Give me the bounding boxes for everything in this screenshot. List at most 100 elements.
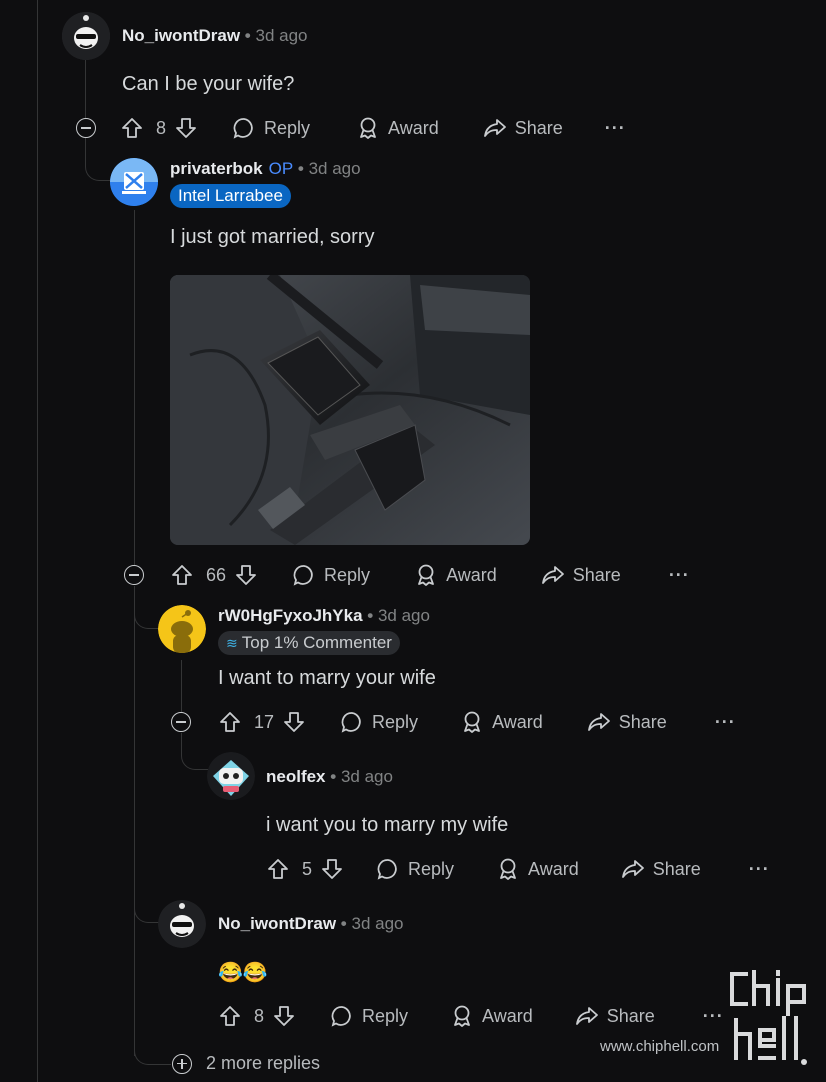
comment-actions: 8 Reply Award Share ···: [218, 1001, 724, 1031]
downvote-button[interactable]: [320, 857, 344, 881]
watermark-logo: [726, 968, 814, 1068]
award-button[interactable]: Award: [496, 857, 579, 881]
more-options-icon: ···: [702, 1005, 724, 1026]
username[interactable]: No_iwontDraw: [122, 26, 240, 45]
collapse-button[interactable]: [171, 712, 191, 732]
upvote-icon: [268, 859, 288, 879]
comment-image[interactable]: [170, 275, 530, 545]
reply-button[interactable]: Reply: [292, 563, 370, 587]
comment-meta: No_iwontDraw • 3d ago: [218, 914, 404, 933]
comment-text: I want to marry your wife: [218, 667, 436, 689]
comment-badge-icon: ≋: [226, 635, 238, 651]
share-button[interactable]: Share: [621, 857, 701, 881]
award-button[interactable]: Award: [414, 563, 497, 587]
timestamp[interactable]: 3d ago: [378, 606, 430, 625]
username[interactable]: No_iwontDraw: [218, 914, 336, 933]
more-options-icon: ···: [604, 117, 626, 138]
more-options-icon: ···: [748, 858, 770, 879]
reply-button[interactable]: Reply: [330, 1004, 408, 1028]
timestamp[interactable]: 3d ago: [341, 767, 393, 786]
user-flair: ≋ Top 1% Commenter: [218, 631, 400, 655]
comment-meta: No_iwontDraw • 3d ago: [122, 26, 308, 45]
username[interactable]: neolfex: [266, 767, 326, 786]
comment-icon: [233, 118, 253, 139]
award-label: Award: [446, 564, 497, 585]
timestamp[interactable]: 3d ago: [351, 914, 403, 933]
award-button[interactable]: Award: [356, 116, 439, 140]
upvote-button[interactable]: [218, 710, 242, 734]
thread-connector: [181, 733, 208, 770]
more-options-button[interactable]: ···: [597, 118, 626, 139]
avatar[interactable]: [207, 752, 255, 800]
share-button[interactable]: Share: [587, 710, 667, 734]
more-options-button[interactable]: ···: [661, 565, 690, 586]
downvote-icon: [274, 1006, 294, 1026]
reply-label: Reply: [408, 858, 455, 879]
more-options-button[interactable]: ···: [695, 1006, 724, 1027]
downvote-icon: [284, 712, 304, 732]
upvote-button[interactable]: [218, 1004, 242, 1028]
award-icon: [500, 858, 516, 880]
reply-button[interactable]: Reply: [340, 710, 418, 734]
avatar[interactable]: [158, 605, 206, 653]
more-options-button[interactable]: ···: [707, 712, 736, 733]
award-label: Award: [492, 711, 543, 732]
timestamp[interactable]: 3d ago: [255, 26, 307, 45]
more-replies-button[interactable]: 2 more replies: [172, 1053, 320, 1074]
comment-actions: 17 Reply Award Share ···: [218, 707, 736, 737]
award-button[interactable]: Award: [450, 1004, 533, 1028]
comment-actions: 8 Reply Award Share ···: [120, 113, 626, 143]
comment-icon: [341, 712, 361, 733]
thread-line: [134, 210, 135, 565]
op-badge: OP: [268, 159, 294, 178]
reply-button[interactable]: Reply: [232, 116, 310, 140]
username[interactable]: privaterbok: [170, 159, 263, 178]
share-button[interactable]: Share: [483, 116, 563, 140]
share-button[interactable]: Share: [575, 1004, 655, 1028]
award-icon: [360, 117, 376, 139]
more-options-button[interactable]: ···: [741, 859, 770, 880]
timestamp[interactable]: 3d ago: [309, 159, 361, 178]
comment-icon: [377, 859, 397, 880]
upvote-button[interactable]: [120, 116, 144, 140]
award-icon: [454, 1005, 470, 1027]
upvote-button[interactable]: [170, 563, 194, 587]
award-icon: [418, 564, 434, 586]
upvote-icon: [220, 1006, 240, 1026]
comment-meta: neolfex • 3d ago: [266, 767, 393, 786]
share-icon: [541, 566, 564, 584]
award-button[interactable]: Award: [460, 710, 543, 734]
avatar[interactable]: [110, 158, 158, 206]
username[interactable]: rW0HgFyxoJhYka: [218, 606, 363, 625]
downvote-icon: [322, 859, 342, 879]
thread-connector: [134, 880, 159, 923]
user-flair: Intel Larrabee: [170, 184, 291, 208]
share-icon: [483, 119, 506, 137]
reply-button[interactable]: Reply: [376, 857, 454, 881]
comment-icon: [293, 565, 313, 586]
thread-line: [85, 60, 86, 118]
share-icon: [621, 860, 644, 878]
downvote-button[interactable]: [282, 710, 306, 734]
award-label: Award: [388, 117, 439, 138]
downvote-icon: [236, 565, 256, 585]
avatar[interactable]: [158, 900, 206, 948]
collapse-button[interactable]: [124, 565, 144, 585]
share-label: Share: [652, 858, 701, 879]
avatar[interactable]: [62, 12, 110, 60]
downvote-button[interactable]: [174, 116, 198, 140]
share-label: Share: [572, 564, 621, 585]
downvote-button[interactable]: [272, 1004, 296, 1028]
vote-count: 5: [302, 858, 313, 879]
collapse-button[interactable]: [76, 118, 96, 138]
upvote-button[interactable]: [266, 857, 290, 881]
comment-text: Can I be your wife?: [122, 73, 295, 95]
more-options-icon: ···: [714, 711, 736, 732]
watermark-url: www.chiphell.com: [600, 1038, 720, 1055]
vote-count: 17: [254, 711, 275, 732]
downvote-button[interactable]: [234, 563, 258, 587]
vote-count: 66: [206, 564, 227, 585]
share-button[interactable]: Share: [541, 563, 621, 587]
award-label: Award: [482, 1005, 533, 1026]
award-label: Award: [528, 858, 579, 879]
